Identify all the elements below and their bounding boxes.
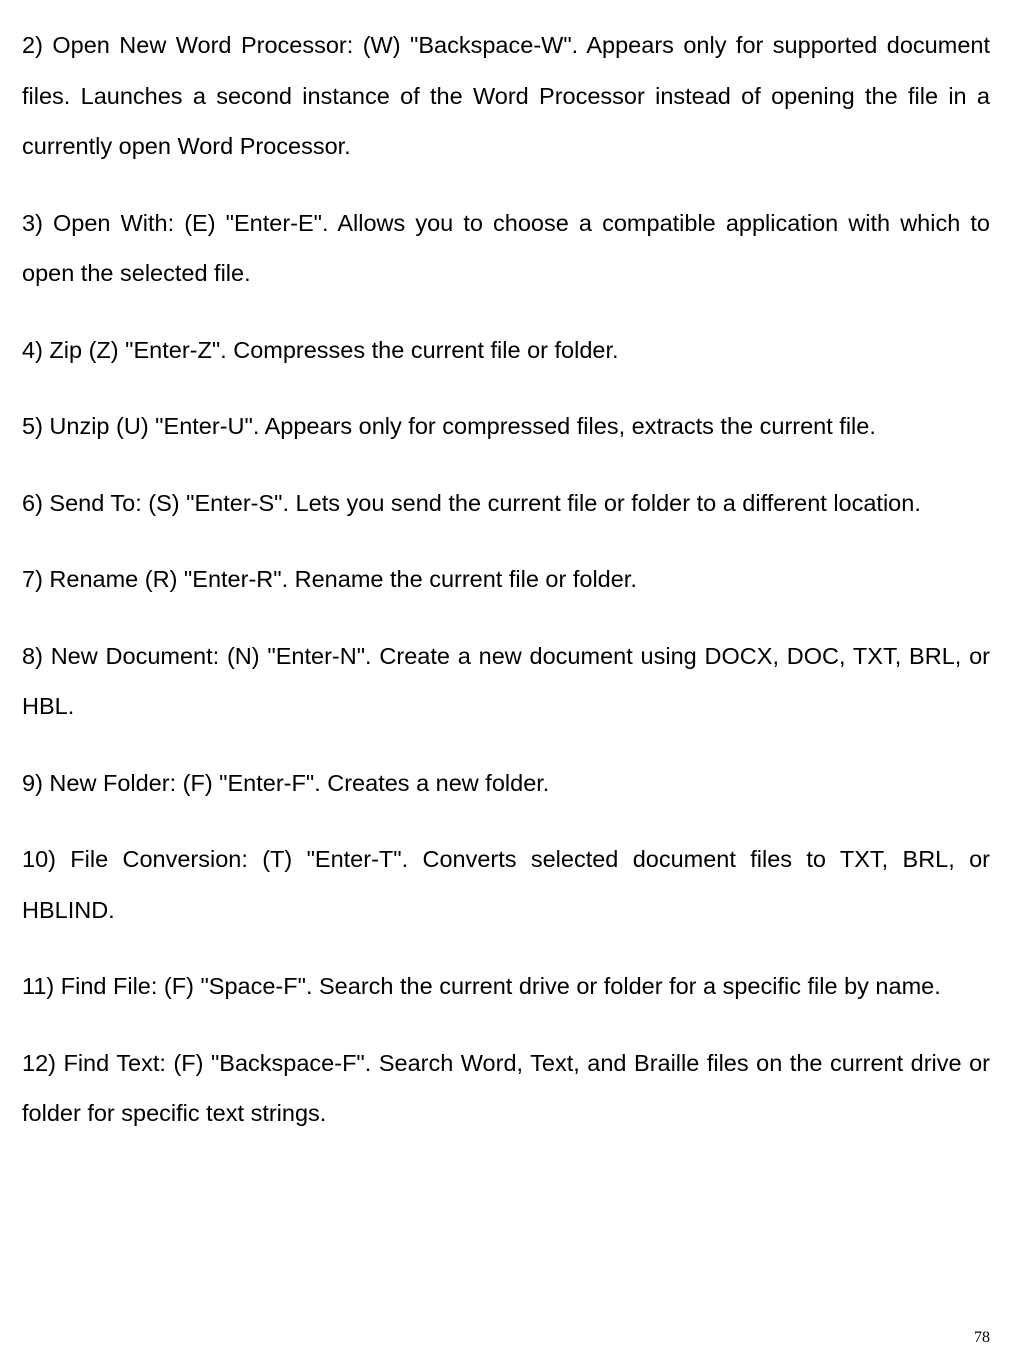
page-number: 78 (974, 1329, 990, 1347)
paragraph-item-4: 4) Zip (Z) "Enter-Z". Compresses the cur… (22, 325, 990, 376)
paragraph-item-5: 5) Unzip (U) "Enter-U". Appears only for… (22, 401, 990, 452)
paragraph-item-12: 12) Find Text: (F) "Backspace-F". Search… (22, 1038, 990, 1139)
paragraph-item-7: 7) Rename (R) "Enter-R". Rename the curr… (22, 554, 990, 605)
paragraph-item-8: 8) New Document: (N) "Enter-N". Create a… (22, 631, 990, 732)
document-body: 2) Open New Word Processor: (W) "Backspa… (22, 20, 990, 1139)
paragraph-item-10: 10) File Conversion: (T) "Enter-T". Conv… (22, 834, 990, 935)
paragraph-item-11: 11) Find File: (F) "Space-F". Search the… (22, 961, 990, 1012)
paragraph-item-6: 6) Send To: (S) "Enter-S". Lets you send… (22, 478, 990, 529)
paragraph-item-3: 3) Open With: (E) "Enter-E". Allows you … (22, 198, 990, 299)
paragraph-item-9: 9) New Folder: (F) "Enter-F". Creates a … (22, 758, 990, 809)
paragraph-item-2: 2) Open New Word Processor: (W) "Backspa… (22, 20, 990, 172)
